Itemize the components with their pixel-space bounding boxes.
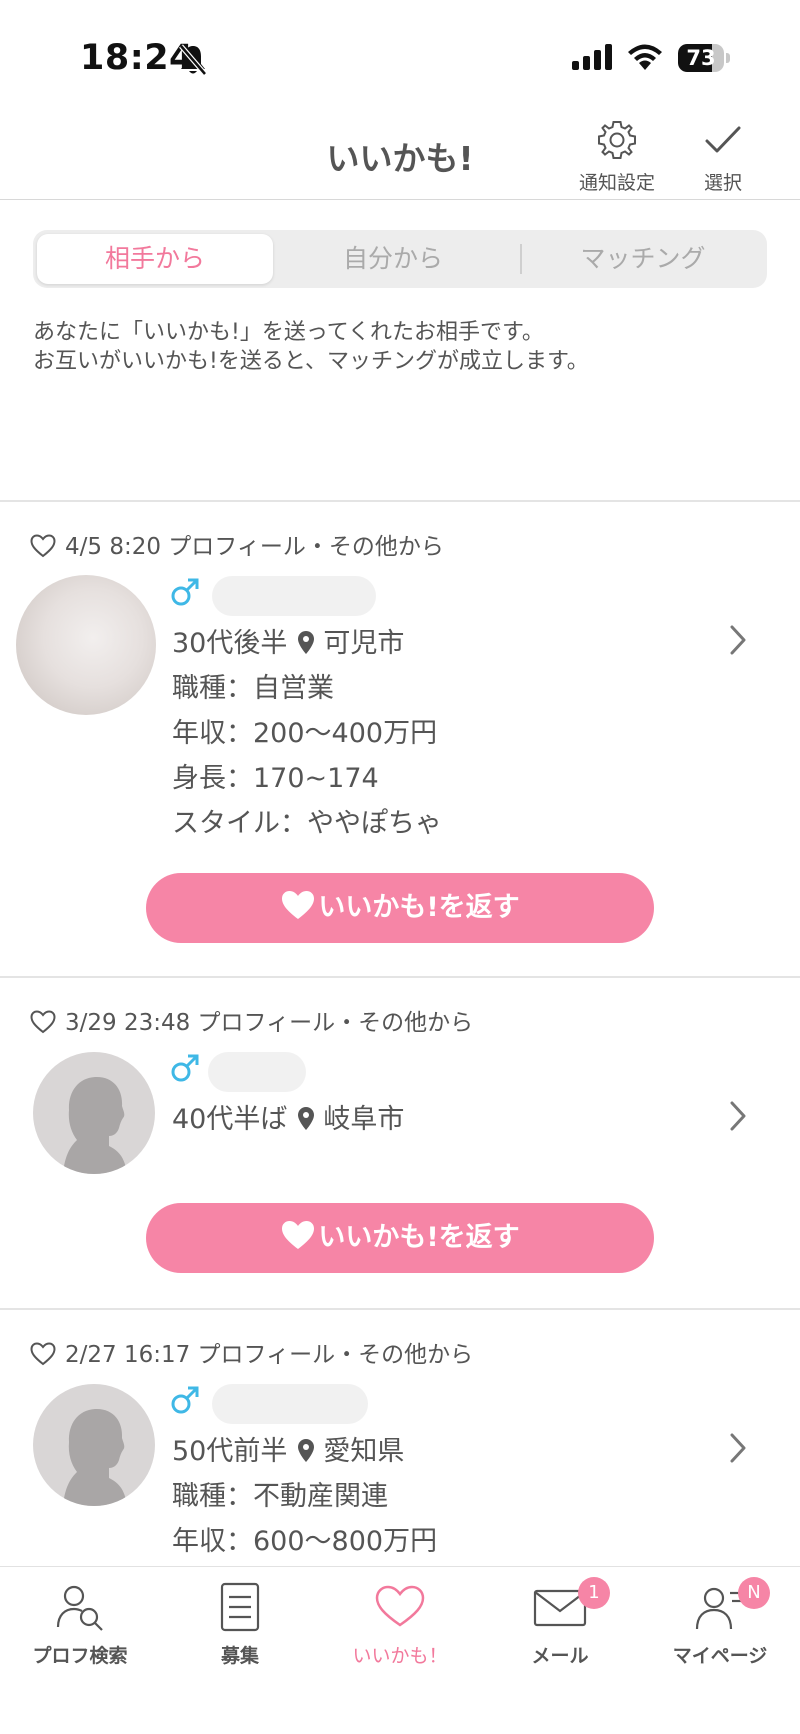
heart-outline-icon xyxy=(30,1342,56,1372)
age-location: 50代前半 愛知県 xyxy=(172,1434,404,1473)
age-text: 50代前半 xyxy=(172,1436,288,1467)
segmented-tabs: 相手から 自分から マッチング xyxy=(33,230,767,288)
mypage-badge: N xyxy=(738,1577,770,1609)
tab-from-me[interactable]: 自分から xyxy=(273,234,513,284)
heart-icon xyxy=(280,878,316,948)
heart-icon xyxy=(375,1585,425,1627)
section-divider xyxy=(0,976,800,978)
tab-from-partner[interactable]: 相手から xyxy=(37,234,273,284)
battery-percent: 73 xyxy=(686,46,716,70)
location-pin-icon xyxy=(297,1437,315,1473)
income-text: 年収：600〜800万円 xyxy=(172,1526,438,1557)
profile-search-icon xyxy=(56,1585,103,1631)
list-icon xyxy=(220,1582,260,1632)
card-meta-text: 2/27 16:17 プロフィール・その他から xyxy=(65,1342,474,1368)
tab-profile-search[interactable]: プロフ検索 xyxy=(0,1579,160,1668)
section-divider xyxy=(0,500,800,502)
style-text: スタイル：ややぽちゃ xyxy=(172,808,442,839)
job-text: 職種：自営業 xyxy=(172,673,334,704)
age-location: 30代後半 可児市 xyxy=(172,626,404,665)
location-pin-icon xyxy=(297,1105,315,1141)
select-button[interactable]: 選択 xyxy=(678,118,768,195)
tab-likes[interactable]: いいかも！ xyxy=(320,1579,480,1668)
avatar[interactable] xyxy=(33,1052,155,1174)
tab-label: メール xyxy=(531,1645,589,1667)
chevron-right-icon[interactable] xyxy=(728,1100,748,1136)
select-label: 選択 xyxy=(703,172,742,194)
tab-mypage[interactable]: N マイページ xyxy=(640,1577,800,1668)
card-meta-text: 3/29 23:48 プロフィール・その他から xyxy=(65,1010,474,1036)
like-back-label: いいかも!を返す xyxy=(318,892,520,923)
tab-matching[interactable]: マッチング xyxy=(523,234,763,284)
like-card[interactable]: 2/27 16:17 プロフィール・その他から 50代前半 愛知県 職種：不動産関… xyxy=(0,1340,800,1566)
job-text: 職種：不動産関連 xyxy=(172,1481,388,1512)
wifi-icon xyxy=(626,42,664,76)
age-text: 40代半ば xyxy=(172,1104,288,1135)
avatar[interactable] xyxy=(33,1384,155,1506)
chevron-right-icon[interactable] xyxy=(728,1432,748,1468)
silhouette-icon xyxy=(63,1076,127,1174)
location-text: 可児市 xyxy=(323,628,405,659)
heart-outline-icon xyxy=(30,1010,56,1040)
tab-label: マイページ xyxy=(672,1645,768,1667)
segment-divider xyxy=(520,244,522,274)
status-bar: 18:24 73 xyxy=(0,0,800,110)
like-back-button[interactable]: いいかも!を返す xyxy=(146,873,654,943)
age-location: 40代半ば 岐阜市 xyxy=(172,1102,404,1141)
notification-settings-button[interactable]: 通知設定 xyxy=(572,118,662,195)
card-meta-text: 4/5 8:20 プロフィール・その他から xyxy=(65,534,444,560)
silhouette-icon xyxy=(63,1408,127,1506)
mail-badge: 1 xyxy=(578,1577,610,1609)
name-placeholder xyxy=(208,1052,306,1092)
heart-outline-icon xyxy=(30,534,56,564)
bell-off-icon xyxy=(178,43,208,81)
avatar[interactable] xyxy=(16,575,156,715)
tab-label: 募集 xyxy=(220,1645,259,1667)
checkmark-icon xyxy=(701,126,745,166)
tab-recruit[interactable]: 募集 xyxy=(160,1579,320,1668)
location-pin-icon xyxy=(297,629,315,665)
male-icon xyxy=(170,1053,200,1087)
notification-settings-label: 通知設定 xyxy=(578,172,655,194)
name-placeholder xyxy=(212,576,376,616)
height-text: 身長：170~174 xyxy=(172,763,379,794)
location-text: 岐阜市 xyxy=(323,1104,405,1135)
bottom-tab-bar: プロフ検索 募集 いいかも！ 1 メール N マイページ xyxy=(0,1566,800,1734)
section-divider xyxy=(0,1308,800,1310)
like-back-button[interactable]: いいかも!を返す xyxy=(146,1203,654,1273)
name-placeholder xyxy=(212,1384,368,1424)
tab-mail[interactable]: 1 メール xyxy=(480,1577,640,1668)
age-text: 30代後半 xyxy=(172,628,288,659)
description-line-1: あなたに「いいかも!」を送ってくれたお相手です。 xyxy=(33,320,544,345)
signal-icon xyxy=(572,44,614,74)
status-time: 18:24 xyxy=(80,38,194,78)
heart-icon xyxy=(280,1208,316,1278)
male-icon xyxy=(170,577,200,611)
tab-label: いいかも！ xyxy=(352,1645,448,1667)
income-text: 年収：200〜400万円 xyxy=(172,718,438,749)
battery-icon: 73 xyxy=(678,44,730,72)
location-text: 愛知県 xyxy=(323,1436,405,1467)
description-line-2: お互いがいいかも!を送ると、マッチングが成立します。 xyxy=(33,349,589,374)
description-text: あなたに「いいかも!」を送ってくれたお相手です。 お互いがいいかも!を送ると、マ… xyxy=(33,318,773,376)
male-icon xyxy=(170,1385,200,1419)
nav-header: いいかも! 通知設定 選択 xyxy=(0,110,800,200)
like-card[interactable]: 4/5 8:20 プロフィール・その他から 30代後半 可児市 職種：自営業 年収… xyxy=(0,532,800,977)
gear-icon xyxy=(595,121,639,166)
chevron-right-icon[interactable] xyxy=(728,624,748,660)
like-card[interactable]: 3/29 23:48 プロフィール・その他から 40代半ば 岐阜市 いいかも!を返… xyxy=(0,1008,800,1308)
like-back-label: いいかも!を返す xyxy=(318,1222,520,1253)
tab-label: プロフ検索 xyxy=(32,1645,128,1667)
